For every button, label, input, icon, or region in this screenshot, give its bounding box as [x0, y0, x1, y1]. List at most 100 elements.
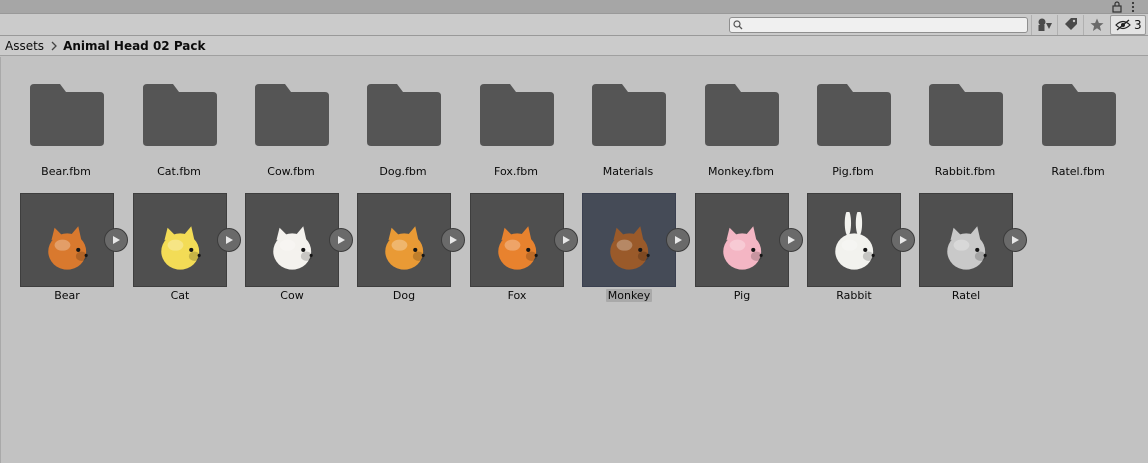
filter-by-label-icon — [1064, 18, 1077, 30]
asset-thumbnail[interactable] — [20, 193, 114, 287]
folder-item[interactable]: Pig.fbm — [803, 57, 903, 178]
lock-icon[interactable] — [1112, 1, 1122, 13]
folder-item[interactable]: Bear.fbm — [16, 57, 116, 178]
model-label: Rabbit — [804, 289, 904, 302]
folder-icon — [592, 84, 666, 146]
model-label-text: Cat — [170, 289, 190, 302]
folder-icon — [255, 84, 329, 146]
breadcrumb-root[interactable]: Assets — [5, 39, 44, 53]
hidden-count: 3 — [1134, 18, 1142, 32]
model-asset-item[interactable]: Cat — [130, 193, 241, 303]
model-asset-item[interactable]: Cow — [242, 193, 353, 303]
animal-head-icon — [498, 226, 538, 270]
play-preview-button[interactable] — [891, 228, 915, 252]
model-asset-item[interactable]: Monkey — [579, 193, 690, 303]
animal-head-icon — [835, 212, 875, 270]
folder-label: Monkey.fbm — [708, 165, 774, 178]
animal-head-icon — [723, 226, 763, 270]
model-label: Dog — [354, 289, 454, 302]
play-icon — [900, 236, 907, 244]
folder-item[interactable]: Ratel.fbm — [1028, 57, 1128, 178]
model-label-text: Dog — [392, 289, 416, 302]
asset-grid: Bear.fbm Cat.fbm Cow.fbm Dog.fbm Fox.fbm Mate… — [0, 57, 1148, 463]
model-label-text: Pig — [733, 289, 751, 302]
play-preview-button[interactable] — [554, 228, 578, 252]
folder-label: Pig.fbm — [832, 165, 874, 178]
filter-by-label-button[interactable] — [1057, 15, 1083, 35]
folder-item[interactable]: Materials — [578, 57, 678, 178]
asset-thumbnail[interactable] — [807, 193, 901, 287]
filter-by-type-button[interactable] — [1031, 15, 1057, 35]
animal-head-icon — [610, 226, 650, 270]
play-icon — [450, 236, 457, 244]
play-icon — [1012, 236, 1019, 244]
kebab-menu-icon[interactable] — [1130, 1, 1136, 13]
asset-thumbnail[interactable] — [470, 193, 564, 287]
play-preview-button[interactable] — [666, 228, 690, 252]
folder-label: Rabbit.fbm — [934, 165, 996, 178]
model-label: Ratel — [916, 289, 1016, 302]
play-preview-button[interactable] — [1003, 228, 1027, 252]
animal-head-icon — [947, 226, 987, 270]
model-label-text: Ratel — [951, 289, 981, 302]
model-label: Pig — [692, 289, 792, 302]
asset-thumbnail[interactable] — [919, 193, 1013, 287]
favorites-button[interactable] — [1083, 15, 1109, 35]
model-label: Bear — [17, 289, 117, 302]
asset-thumbnail[interactable] — [133, 193, 227, 287]
folder-icon — [929, 84, 1003, 146]
folder-item[interactable]: Dog.fbm — [353, 57, 453, 178]
hidden-eye-icon — [1115, 19, 1131, 31]
play-preview-button[interactable] — [441, 228, 465, 252]
hidden-packages-toggle[interactable]: 3 — [1110, 15, 1146, 35]
play-preview-button[interactable] — [329, 228, 353, 252]
model-asset-item[interactable]: Pig — [692, 193, 803, 303]
folder-label: Bear.fbm — [41, 165, 91, 178]
folder-icon — [143, 84, 217, 146]
model-label-text: Bear — [54, 289, 80, 302]
folder-icon — [480, 84, 554, 146]
model-asset-item[interactable]: Ratel — [916, 193, 1027, 303]
model-asset-item[interactable]: Bear — [17, 193, 128, 303]
folder-icon — [367, 84, 441, 146]
play-preview-button[interactable] — [217, 228, 241, 252]
model-label: Cow — [242, 289, 342, 302]
model-asset-item[interactable]: Rabbit — [804, 193, 915, 303]
model-label-text: Fox — [507, 289, 527, 302]
play-icon — [563, 236, 570, 244]
folder-item[interactable]: Monkey.fbm — [691, 57, 791, 178]
model-asset-item[interactable]: Fox — [470, 193, 578, 303]
folder-item[interactable]: Cow.fbm — [241, 57, 341, 178]
animal-head-icon — [385, 226, 425, 270]
window-title-bar — [0, 0, 1148, 14]
folder-label: Cow.fbm — [267, 165, 315, 178]
play-preview-button[interactable] — [779, 228, 803, 252]
breadcrumb-current[interactable]: Animal Head 02 Pack — [63, 39, 205, 53]
asset-thumbnail[interactable] — [695, 193, 789, 287]
model-label: Monkey — [579, 289, 679, 302]
search-input[interactable] — [729, 17, 1028, 33]
play-icon — [113, 236, 120, 244]
play-icon — [675, 236, 682, 244]
model-label: Cat — [130, 289, 230, 302]
play-preview-button[interactable] — [104, 228, 128, 252]
favorite-star-icon — [1090, 18, 1103, 31]
model-asset-item[interactable]: Dog — [354, 193, 465, 303]
model-label-text: Cow — [280, 289, 304, 302]
breadcrumb: Assets Animal Head 02 Pack — [0, 36, 1148, 56]
asset-thumbnail[interactable] — [245, 193, 339, 287]
folder-item[interactable]: Cat.fbm — [129, 57, 229, 178]
asset-thumbnail[interactable] — [357, 193, 451, 287]
asset-thumbnail[interactable] — [582, 193, 676, 287]
play-icon — [226, 236, 233, 244]
filter-by-type-icon — [1038, 18, 1052, 31]
folder-icon — [817, 84, 891, 146]
model-label-text: Rabbit — [836, 289, 872, 302]
play-icon — [788, 236, 795, 244]
folder-label: Materials — [602, 165, 654, 178]
folder-item[interactable]: Rabbit.fbm — [915, 57, 1015, 178]
folder-icon — [30, 84, 104, 146]
animal-head-icon — [273, 226, 313, 270]
folder-item[interactable]: Fox.fbm — [466, 57, 566, 178]
search-icon — [733, 20, 743, 30]
